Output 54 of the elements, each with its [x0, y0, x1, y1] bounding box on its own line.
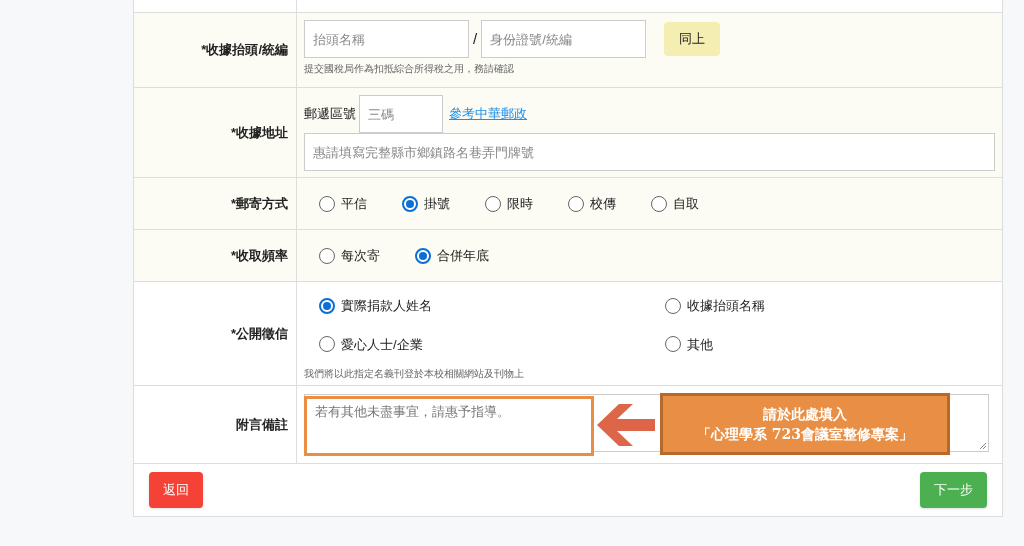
separator-text: /	[473, 28, 478, 49]
field-label: *公開徵信	[230, 324, 288, 343]
id-number-field[interactable]: 身份證號/統編	[481, 20, 647, 58]
callout-text: 請於此處填入	[763, 405, 847, 424]
radio-label: 每次寄	[341, 246, 380, 265]
radio-option[interactable]: 掛號	[402, 193, 450, 214]
radio-label: 平信	[341, 194, 367, 213]
field-label: *收據抬頭/統編	[201, 41, 288, 60]
field-label: 附言備註	[236, 415, 288, 434]
radio-option[interactable]: 其他	[665, 334, 865, 354]
radio-button[interactable]	[319, 247, 335, 264]
radio-button[interactable]	[415, 247, 431, 264]
radio-button[interactable]	[568, 195, 584, 212]
radio-button[interactable]	[651, 195, 667, 212]
radio-option[interactable]: 平信	[319, 193, 367, 214]
radio-label: 其他	[687, 335, 713, 354]
radio-option[interactable]: 收據抬頭名稱	[665, 296, 865, 316]
zip-code-field[interactable]: 三碼	[359, 95, 443, 133]
radio-label: 校傳	[590, 194, 616, 213]
radio-button[interactable]	[402, 195, 418, 212]
same-as-above-button[interactable]: 同上	[664, 22, 721, 56]
field-label: *收取頻率	[230, 246, 288, 265]
radio-button[interactable]	[319, 297, 335, 314]
back-button[interactable]: 返回	[149, 472, 203, 508]
note-textarea[interactable]: 若有其他未盡事宜，請惠予指導。	[304, 396, 594, 456]
radio-button[interactable]	[319, 195, 335, 212]
radio-option[interactable]: 愛心人士/企業	[319, 334, 665, 354]
zip-label: 郵遞區號	[304, 105, 356, 124]
radio-label: 掛號	[424, 194, 450, 213]
hint-text: 提交國稅局作為扣抵綜合所得稅之用，務請確認	[304, 62, 515, 76]
radio-button[interactable]	[319, 336, 335, 353]
radio-option[interactable]: 校傳	[568, 193, 616, 214]
radio-option[interactable]: 合併年底	[415, 245, 489, 266]
radio-label: 合併年底	[437, 246, 489, 265]
radio-label: 收據抬頭名稱	[687, 297, 765, 315]
radio-label: 限時	[507, 194, 533, 213]
hint-text: 我們將以此指定名義刊登於本校相關網站及刊物上	[304, 367, 525, 381]
radio-label: 實際捐款人姓名	[341, 297, 432, 315]
resize-grip-icon	[979, 442, 987, 450]
radio-option[interactable]: 每次寄	[319, 245, 380, 266]
radio-option[interactable]: 限時	[485, 193, 533, 214]
radio-button[interactable]	[665, 336, 681, 353]
field-label: *收據地址	[230, 123, 288, 142]
title-name-field[interactable]: 抬頭名稱	[304, 20, 469, 58]
arrow-icon	[595, 402, 655, 448]
radio-option[interactable]: 自取	[651, 193, 699, 214]
radio-label: 愛心人士/企業	[341, 335, 423, 354]
radio-option[interactable]: 實際捐款人姓名	[319, 296, 665, 316]
callout-text: 「心理學系 723會議室整修專案」	[696, 425, 914, 444]
field-label: *郵寄方式	[230, 194, 288, 213]
address-field[interactable]: 惠請填寫完整縣市鄉鎮路名巷弄門牌號	[304, 133, 995, 171]
radio-button[interactable]	[665, 297, 681, 314]
radio-label: 自取	[673, 194, 699, 213]
radio-button[interactable]	[485, 195, 501, 212]
